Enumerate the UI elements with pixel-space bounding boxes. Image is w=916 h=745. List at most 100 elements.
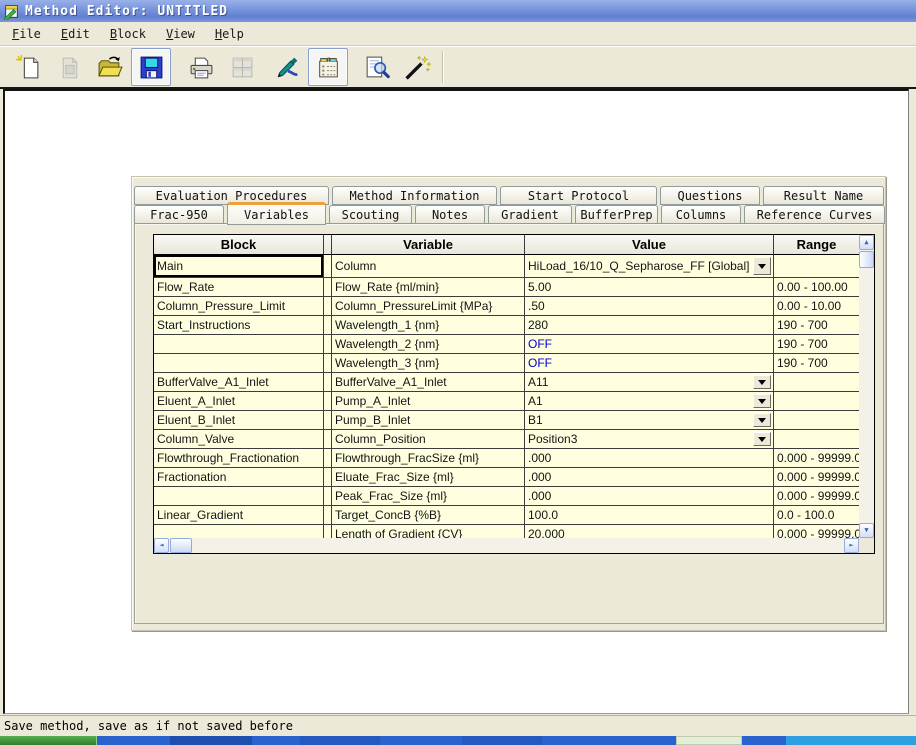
scroll-right-button[interactable]: ►	[844, 538, 859, 553]
tab-gradient[interactable]: Gradient	[488, 205, 572, 224]
value-text: .000	[528, 489, 551, 503]
print-preview-button[interactable]	[356, 48, 396, 86]
variable-cell[interactable]: Pump_B_Inlet	[332, 411, 525, 430]
sign-method-button[interactable]	[267, 48, 307, 86]
horizontal-scroll-thumb[interactable]	[170, 538, 192, 553]
value-cell[interactable]: OFF	[525, 354, 774, 373]
value-cell[interactable]: .50	[525, 297, 774, 316]
horizontal-scrollbar[interactable]: ◄ ►	[154, 538, 859, 553]
variables-table-body: BlockVariableValueRangeMainColumnHiLoad_…	[154, 235, 859, 538]
variable-cell[interactable]: Target_ConcB {%B}	[332, 506, 525, 525]
table-row: Column_Pressure_Limit Column_PressureLimi…	[154, 297, 859, 316]
variable-cell[interactable]: Pump_A_Inlet	[332, 392, 525, 411]
range-cell: 0.000 - 99999.00	[774, 487, 859, 506]
value-cell[interactable]: .000	[525, 487, 774, 506]
variable-cell[interactable]: Wavelength_2 {nm}	[332, 335, 525, 354]
value-dropdown-button[interactable]	[753, 432, 771, 446]
scroll-down-button[interactable]: ▼	[859, 523, 874, 538]
tab-variables[interactable]: Variables	[227, 202, 326, 225]
vertical-scrollbar[interactable]: ▲ ▼	[859, 235, 874, 538]
menu-edit[interactable]: Edit	[51, 24, 100, 44]
block-cell[interactable]	[154, 525, 324, 538]
block-cell[interactable]: Flowthrough_Fractionation	[154, 449, 324, 468]
value-cell[interactable]: A1	[525, 392, 774, 411]
value-dropdown-button[interactable]	[753, 413, 771, 427]
table-row: Linear_GradientTarget_ConcB {%B}100.00.0…	[154, 506, 859, 525]
taskbar-button[interactable]	[300, 736, 380, 745]
variable-cell[interactable]: Wavelength_3 {nm}	[332, 354, 525, 373]
variable-cell[interactable]: BufferValve_A1_Inlet	[332, 373, 525, 392]
tab-frac-950[interactable]: Frac-950	[134, 205, 224, 224]
taskbar-button[interactable]	[462, 736, 542, 745]
block-cell[interactable]: Column_Valve	[154, 430, 324, 449]
tab-bufferprep[interactable]: BufferPrep	[575, 205, 658, 224]
tab-scouting[interactable]: Scouting	[329, 205, 412, 224]
value-cell[interactable]: 20.000	[525, 525, 774, 538]
variable-cell[interactable]: Column	[332, 255, 525, 278]
column-splitter	[324, 487, 332, 506]
block-cell[interactable]: BufferValve_A1_Inlet	[154, 373, 324, 392]
block-cell[interactable]	[154, 335, 324, 354]
block-cell[interactable]	[154, 354, 324, 373]
taskbar-button[interactable]	[170, 736, 252, 745]
method-notes-button[interactable]	[308, 48, 348, 86]
block-cell[interactable]: Flow_Rate	[154, 278, 324, 297]
scroll-left-button[interactable]: ◄	[154, 538, 169, 553]
menu-view[interactable]: View	[156, 24, 205, 44]
tab-reference-curves[interactable]: Reference Curves	[744, 205, 885, 224]
value-text: Position3	[528, 432, 577, 446]
method-wizard-button[interactable]	[397, 48, 437, 86]
tab-columns[interactable]: Columns	[661, 205, 741, 224]
block-cell[interactable]: Column_Pressure_Limit	[154, 297, 324, 316]
system-tray-fragment	[786, 736, 916, 745]
range-cell	[774, 411, 859, 430]
taskbar-button[interactable]	[676, 736, 742, 745]
variable-cell[interactable]: Flowthrough_FracSize {ml}	[332, 449, 525, 468]
table-row: Peak_Frac_Size {ml}.000 0.000 - 99999.00	[154, 487, 859, 506]
menu-help[interactable]: Help	[205, 24, 254, 44]
vertical-scroll-thumb[interactable]	[859, 251, 874, 268]
tab-notes[interactable]: Notes	[415, 205, 485, 224]
value-dropdown-button[interactable]	[753, 375, 771, 389]
block-cell[interactable]: Eluent_A_Inlet	[154, 392, 324, 411]
column-splitter	[324, 354, 332, 373]
tab-result-name[interactable]: Result Name	[763, 186, 884, 205]
menu-block[interactable]: Block	[100, 24, 156, 44]
print-button[interactable]	[181, 48, 221, 86]
variable-cell[interactable]: Wavelength_1 {nm}	[332, 316, 525, 335]
variable-cell[interactable]: Flow_Rate {ml/min}	[332, 278, 525, 297]
block-cell[interactable]: Fractionation	[154, 468, 324, 487]
value-dropdown-button[interactable]	[753, 394, 771, 408]
variable-cell[interactable]: Peak_Frac_Size {ml}	[332, 487, 525, 506]
block-cell[interactable]: Linear_Gradient	[154, 506, 324, 525]
value-cell[interactable]: 5.00	[525, 278, 774, 297]
save-method-button[interactable]	[131, 48, 171, 86]
value-cell[interactable]: .000	[525, 449, 774, 468]
tab-method-information[interactable]: Method Information	[332, 186, 497, 205]
value-dropdown-button[interactable]	[753, 257, 771, 275]
value-cell[interactable]: 100.0	[525, 506, 774, 525]
tab-questions[interactable]: Questions	[660, 186, 760, 205]
tab-label: Evaluation Procedures	[156, 189, 308, 203]
block-cell[interactable]: Main	[154, 255, 324, 278]
variable-cell[interactable]: Column_PressureLimit {MPa}	[332, 297, 525, 316]
value-cell[interactable]: Position3	[525, 430, 774, 449]
value-cell[interactable]: OFF	[525, 335, 774, 354]
value-cell[interactable]: A11	[525, 373, 774, 392]
scroll-up-button[interactable]: ▲	[859, 235, 874, 250]
open-method-button[interactable]	[90, 48, 130, 86]
block-cell[interactable]: Eluent_B_Inlet	[154, 411, 324, 430]
value-cell[interactable]: B1	[525, 411, 774, 430]
value-cell[interactable]: 280	[525, 316, 774, 335]
variable-cell[interactable]: Length of Gradient {CV}	[332, 525, 525, 538]
value-cell[interactable]: HiLoad_16/10_Q_Sepharose_FF [Global]	[525, 255, 774, 278]
start-button-fragment[interactable]	[0, 736, 97, 745]
tab-start-protocol[interactable]: Start Protocol	[500, 186, 657, 205]
new-method-button[interactable]	[8, 48, 48, 86]
menu-file[interactable]: File	[2, 24, 51, 44]
block-cell[interactable]: Start_Instructions	[154, 316, 324, 335]
value-cell[interactable]: .000	[525, 468, 774, 487]
variable-cell[interactable]: Eluate_Frac_Size {ml}	[332, 468, 525, 487]
variable-cell[interactable]: Column_Position	[332, 430, 525, 449]
block-cell[interactable]	[154, 487, 324, 506]
